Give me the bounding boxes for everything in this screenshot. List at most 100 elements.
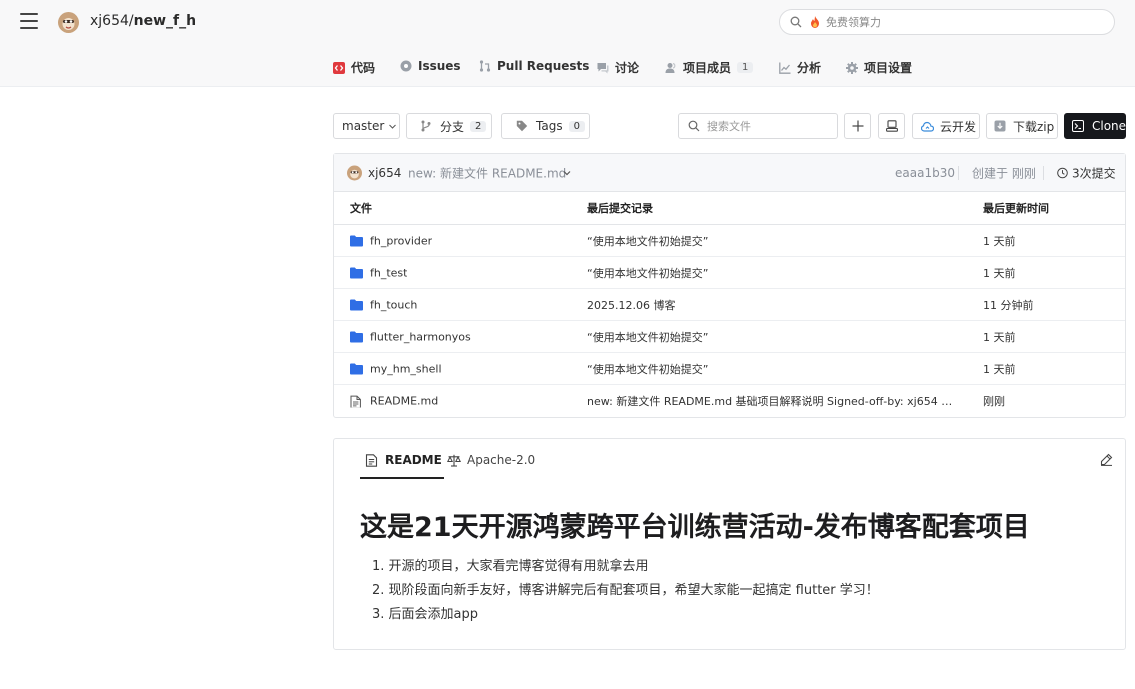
tab-pull-requests-label: Pull Requests: [497, 59, 590, 73]
commit-hash[interactable]: eaaa1b30: [895, 166, 955, 180]
file-time: 1 天前: [983, 330, 1016, 344]
tab-members[interactable]: 项目成员 1: [665, 59, 754, 76]
table-row[interactable]: README.md new: 新建文件 README.md 基础项目解释说明 S…: [334, 385, 1125, 417]
readme-panel: README Apache-2.0 这是21天开源鸿蒙跨平台训练营活动-发布博客…: [333, 438, 1126, 650]
desktop-icon: [885, 120, 898, 132]
table-row[interactable]: fh_provider “使用本地文件初始提交” 1 天前: [334, 225, 1125, 257]
file-commit[interactable]: “使用本地文件初始提交”: [587, 329, 708, 345]
clone-label: Clone: [1092, 119, 1127, 133]
file-commit[interactable]: 2025.12.06 博客: [587, 297, 675, 313]
tab-analysis-label: 分析: [797, 61, 822, 75]
divider: [1043, 165, 1044, 180]
repo-breadcrumb: xj654/new_f_h: [90, 13, 196, 29]
branches-button[interactable]: 分支 2: [406, 113, 492, 139]
add-file-button[interactable]: [844, 113, 871, 139]
table-row[interactable]: my_hm_shell “使用本地文件初始提交” 1 天前: [334, 353, 1125, 385]
tab-readme[interactable]: README: [365, 453, 442, 467]
chart-icon: [779, 62, 791, 74]
commit-message[interactable]: new: 新建文件 README.md: [408, 164, 566, 181]
search-icon: [790, 16, 802, 28]
branches-label: 分支: [440, 119, 465, 134]
commits-link[interactable]: 3次提交: [1057, 164, 1116, 181]
tab-settings[interactable]: 项目设置: [846, 59, 912, 76]
tab-code-label: 代码: [351, 61, 376, 75]
table-row[interactable]: flutter_harmonyos “使用本地文件初始提交” 1 天前: [334, 321, 1125, 353]
tab-pull-requests[interactable]: Pull Requests: [479, 59, 589, 73]
file-time: 1 天前: [983, 362, 1016, 376]
tab-discuss[interactable]: 讨论: [597, 59, 639, 76]
cloud-dev-label: 云开发: [940, 119, 977, 134]
file-time: 11 分钟前: [983, 298, 1034, 312]
branches-count: 2: [470, 120, 487, 132]
file-commit[interactable]: “使用本地文件初始提交”: [587, 265, 708, 281]
global-search-input[interactable]: 免费领算力: [779, 9, 1115, 35]
owner-link[interactable]: xj654/: [90, 13, 134, 29]
folder-icon: [350, 267, 363, 278]
branch-select[interactable]: master: [333, 113, 400, 139]
author-avatar[interactable]: [347, 165, 362, 180]
gear-icon: [846, 61, 858, 74]
menu-icon[interactable]: [20, 13, 38, 31]
file-name[interactable]: fh_touch: [370, 298, 417, 311]
folder-icon: [350, 363, 363, 374]
tab-settings-label: 项目设置: [864, 61, 913, 75]
active-tab-indicator: [360, 477, 444, 479]
repo-nav: 代码 Issues Pull Requests 讨论 项目成员 1 分析 项目设…: [0, 45, 1135, 87]
tab-analysis[interactable]: 分析: [779, 59, 821, 76]
header-time: 最后更新时间: [983, 202, 1049, 215]
divider: [958, 165, 959, 180]
folder-icon: [350, 235, 363, 246]
clone-button[interactable]: Clone: [1064, 113, 1126, 139]
tags-button[interactable]: Tags 0: [501, 113, 590, 139]
web-ide-button[interactable]: [878, 113, 905, 139]
repo-name-link[interactable]: new_f_h: [134, 13, 196, 29]
clock-icon: [1057, 167, 1068, 178]
file-commit[interactable]: “使用本地文件初始提交”: [587, 361, 708, 377]
file-name[interactable]: fh_provider: [370, 234, 432, 247]
folder-icon: [350, 299, 363, 310]
branch-icon: [420, 120, 432, 132]
header-file: 文件: [350, 202, 372, 215]
search-placeholder: 免费领算力: [826, 16, 881, 29]
file-commit[interactable]: “使用本地文件初始提交”: [587, 233, 708, 249]
file-name[interactable]: flutter_harmonyos: [370, 330, 471, 343]
tab-discuss-label: 讨论: [615, 61, 640, 75]
file-name[interactable]: fh_test: [370, 266, 407, 279]
plus-icon: [852, 120, 864, 132]
file-time: 1 天前: [983, 266, 1016, 280]
commit-author[interactable]: xj654: [368, 166, 401, 180]
terminal-icon: [1072, 120, 1084, 132]
owner-avatar[interactable]: [58, 12, 79, 33]
file-name[interactable]: my_hm_shell: [370, 362, 442, 375]
download-icon: [994, 120, 1006, 132]
book-icon: [365, 453, 378, 467]
readme-list: 1. 开源的项目，大家看完博客觉得有用就拿去用 2. 现阶段面向新手友好，博客讲…: [372, 555, 879, 627]
tags-count: 0: [568, 120, 585, 132]
edit-icon[interactable]: [1100, 453, 1113, 466]
discuss-icon: [597, 62, 609, 74]
table-row[interactable]: fh_touch 2025.12.06 博客 11 分钟前: [334, 289, 1125, 321]
file-name[interactable]: README.md: [370, 395, 438, 408]
tab-issues[interactable]: Issues: [400, 59, 461, 73]
list-item: 3. 后面会添加app: [372, 607, 479, 622]
members-count-badge: 1: [737, 62, 754, 73]
tab-license-label: Apache-2.0: [467, 453, 536, 467]
cloud-dev-button[interactable]: 云开发: [912, 113, 980, 139]
fire-icon: [810, 16, 820, 28]
latest-commit-bar: xj654 new: 新建文件 README.md eaaa1b30 创建于 刚…: [334, 154, 1125, 192]
download-zip-label: 下载zip: [1013, 119, 1055, 134]
file-search-placeholder: 搜索文件: [707, 120, 751, 133]
issue-icon: [400, 60, 412, 72]
folder-icon: [350, 331, 363, 342]
tab-code[interactable]: 代码: [333, 59, 375, 76]
tab-license[interactable]: Apache-2.0: [447, 453, 535, 467]
scale-icon: [447, 454, 461, 467]
download-zip-button[interactable]: 下载zip: [986, 113, 1058, 139]
list-item: 1. 开源的项目，大家看完博客觉得有用就拿去用: [372, 559, 649, 574]
table-row[interactable]: fh_test “使用本地文件初始提交” 1 天前: [334, 257, 1125, 289]
chevron-down-icon: [388, 122, 397, 131]
file-commit[interactable]: new: 新建文件 README.md 基础项目解释说明 Signed-off-…: [587, 393, 953, 409]
branch-select-value: master: [342, 119, 385, 133]
chevron-down-icon[interactable]: [562, 168, 572, 178]
file-search-input[interactable]: 搜索文件: [678, 113, 838, 139]
